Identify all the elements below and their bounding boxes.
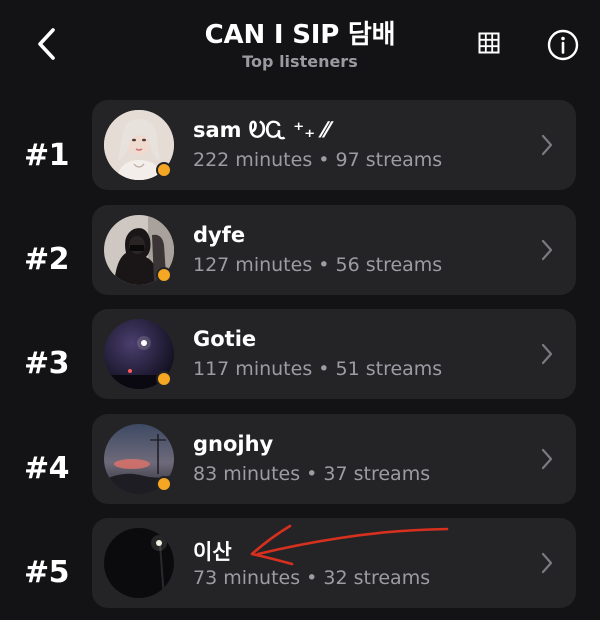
listener-stats: 83 minutes • 37 streams <box>193 463 431 485</box>
listener-name: 이산 <box>193 540 232 564</box>
chevron-right-icon <box>541 134 553 156</box>
avatar <box>104 110 174 180</box>
listener-name: Gotie <box>193 327 257 351</box>
listener-name: gnojhy <box>193 432 274 456</box>
avatar <box>104 319 174 389</box>
chevron-right-icon <box>541 239 553 261</box>
rank-label: #1 <box>24 138 70 173</box>
back-button[interactable] <box>26 24 66 64</box>
status-dot <box>156 162 172 178</box>
grid-view-button[interactable] <box>474 28 504 58</box>
listener-name: sam ᎧᏩ ⁺₊ ⁄⁄ <box>193 118 330 142</box>
listener-card[interactable]: gnojhy 83 minutes • 37 streams <box>92 414 576 504</box>
listener-card[interactable]: Gotie 117 minutes • 51 streams <box>92 309 576 399</box>
chevron-right-icon <box>541 343 553 365</box>
avatar-image <box>104 528 174 598</box>
grid-icon <box>478 32 500 54</box>
page-title: CAN I SIP 담배 <box>204 20 396 50</box>
avatar <box>104 215 174 285</box>
status-dot <box>156 371 172 387</box>
listener-name: dyfe <box>193 223 246 247</box>
listener-card[interactable]: dyfe 127 minutes • 56 streams <box>92 205 576 295</box>
listener-stats: 117 minutes • 51 streams <box>193 358 443 380</box>
chevron-left-icon <box>38 28 55 60</box>
chevron-right-icon <box>541 448 553 470</box>
listener-card[interactable]: 이산 73 minutes • 32 streams <box>92 518 576 608</box>
status-dot <box>156 267 172 283</box>
rank-label: #2 <box>24 242 70 277</box>
listener-card[interactable]: sam ᎧᏩ ⁺₊ ⁄⁄ 222 minutes • 97 streams <box>92 100 576 190</box>
rank-label: #5 <box>24 555 70 590</box>
rank-label: #4 <box>24 451 70 486</box>
status-dot <box>156 476 172 492</box>
page-subtitle: Top listeners <box>242 52 358 71</box>
rank-label: #3 <box>24 346 70 381</box>
info-button[interactable] <box>544 26 582 64</box>
avatar <box>104 528 174 598</box>
chevron-right-icon <box>541 552 553 574</box>
avatar <box>104 424 174 494</box>
info-icon <box>547 29 579 61</box>
top-listeners-screen: CAN I SIP 담배 Top listeners #1 sam ᎧᏩ ⁺₊ … <box>0 0 600 620</box>
listener-stats: 222 minutes • 97 streams <box>193 149 443 171</box>
listener-stats: 127 minutes • 56 streams <box>193 254 443 276</box>
listener-stats: 73 minutes • 32 streams <box>193 567 431 589</box>
